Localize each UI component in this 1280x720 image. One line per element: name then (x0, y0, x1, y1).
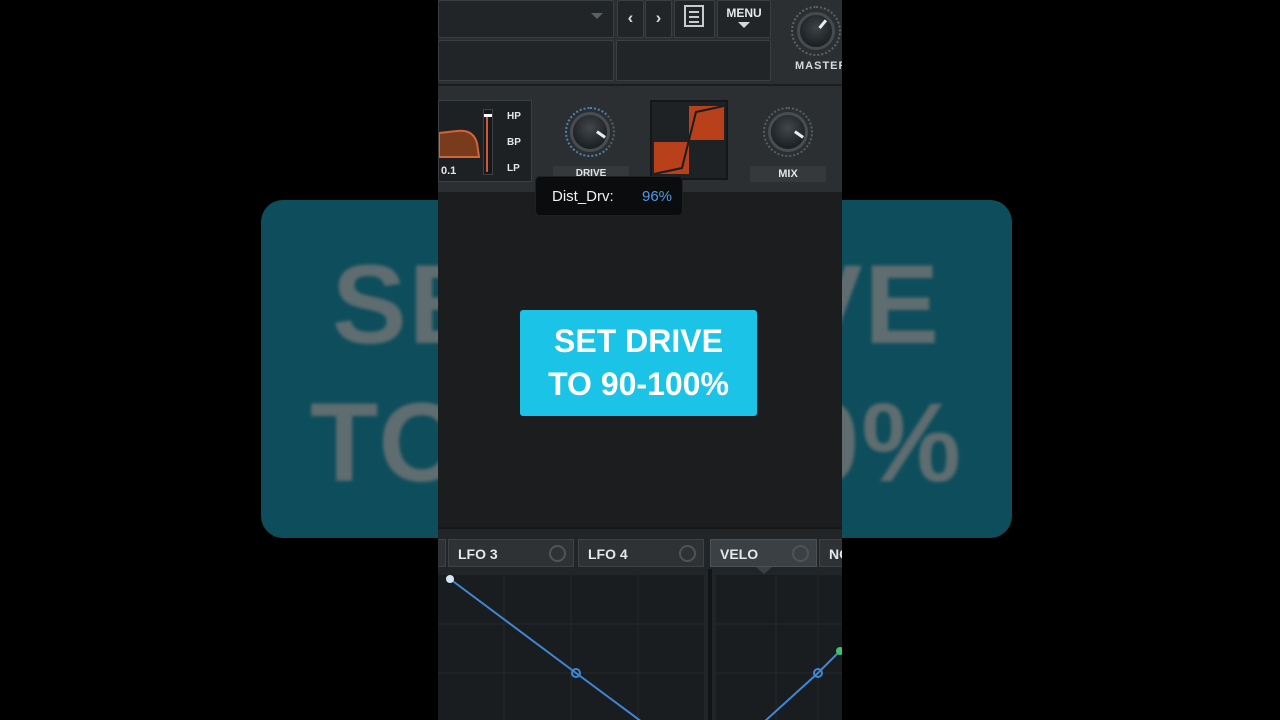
tab-label: NO (829, 546, 842, 562)
tab-label: LFO 3 (458, 546, 498, 562)
knob-pointer (794, 130, 804, 139)
filter-mix-slider[interactable] (483, 109, 493, 175)
tab-lfo-3[interactable]: LFO 3 (448, 539, 574, 567)
lfo-envelope-curve (438, 575, 704, 720)
tab-label: VELO (720, 546, 759, 562)
velocity-graph[interactable] (716, 575, 842, 720)
tab-lfo-4[interactable]: LFO 4 (578, 539, 704, 567)
filter-curve-display (439, 129, 481, 158)
instruction-caption: SET DRIVE TO 90-100% (520, 310, 757, 416)
filter-type-bp[interactable]: BP (507, 137, 521, 148)
tooltip-parameter-name: Dist_Drv: (552, 188, 614, 205)
synth-plugin-window: ‹ › MENU MASTER 0.1 (438, 0, 842, 720)
info-bar-right (616, 40, 771, 81)
next-preset-button[interactable]: › (645, 0, 672, 38)
tab-label: LFO 4 (588, 546, 628, 562)
caption-line-2: TO 90-100% (548, 366, 729, 402)
modulation-ring-icon[interactable] (679, 545, 696, 562)
chevron-down-icon (591, 13, 603, 19)
master-section: MASTER (773, 0, 842, 80)
top-toolbar: ‹ › MENU MASTER (438, 0, 842, 84)
chevron-right-icon: › (655, 8, 662, 27)
slider-fill (486, 116, 488, 172)
info-bar-left (438, 40, 614, 81)
master-volume-knob[interactable] (797, 12, 835, 50)
browser-button[interactable] (674, 0, 715, 38)
modulation-ring-icon[interactable] (792, 545, 809, 562)
filter-value: 0.1 (441, 165, 457, 177)
graph-divider (708, 569, 712, 720)
parameter-tooltip: Dist_Drv: 96% (535, 176, 683, 216)
tab-previous[interactable] (438, 539, 446, 567)
modulation-ring-icon[interactable] (549, 545, 566, 562)
master-label: MASTER (795, 60, 842, 72)
chevron-left-icon: ‹ (627, 8, 634, 27)
modulation-section: LFO 3 LFO 4 VELO NO (438, 527, 842, 720)
caption-line-1: SET DRIVE (554, 323, 723, 359)
velocity-curve (716, 575, 842, 720)
active-tab-pointer (756, 567, 772, 574)
mix-knob[interactable] (768, 112, 808, 152)
tooltip-parameter-value: 96% (642, 188, 673, 205)
document-list-icon (684, 5, 704, 27)
lfo-graph[interactable] (438, 575, 704, 720)
slider-handle[interactable] (484, 114, 492, 117)
menu-button[interactable]: MENU (717, 0, 771, 38)
mix-label: MIX (750, 166, 826, 182)
waveshape-curve (653, 105, 725, 175)
tab-velocity[interactable]: VELO (710, 539, 817, 567)
previous-preset-button[interactable]: ‹ (617, 0, 644, 38)
caret-down-icon (738, 22, 750, 28)
menu-label: MENU (726, 6, 762, 20)
drive-knob[interactable] (570, 112, 610, 152)
tab-note[interactable]: NO (819, 539, 842, 567)
distortion-shape-display (650, 100, 728, 180)
preset-selector[interactable] (438, 0, 614, 38)
filter-section: 0.1 HP BP LP (438, 100, 532, 182)
filter-type-lp[interactable]: LP (507, 163, 520, 174)
knob-pointer (596, 130, 606, 139)
filter-type-hp[interactable]: HP (507, 111, 521, 122)
